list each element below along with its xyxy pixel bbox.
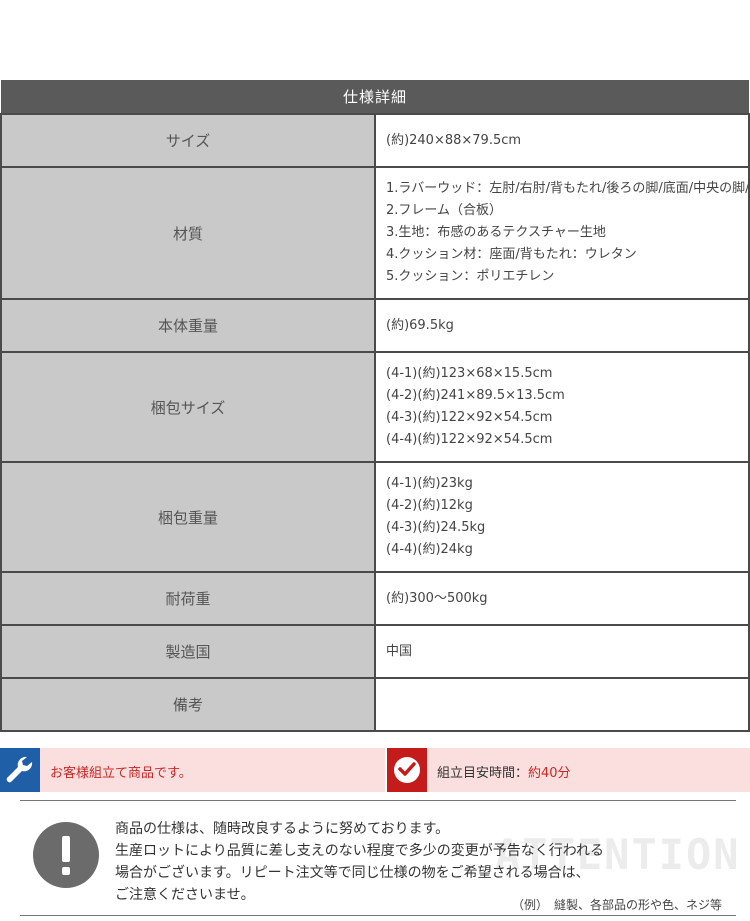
spec-value-line: (4-1)(約)23kg	[386, 476, 473, 491]
spec-label-notes: 備考	[0, 677, 376, 732]
spec-value-line: (4-2)(約)241×89.5×13.5cm	[386, 388, 565, 403]
spec-value-line: 4.クッション材：座面/背もたれ：ウレタン	[386, 247, 637, 262]
spec-label-material: 材質	[0, 166, 376, 300]
assembly-required-text: お客様組立て商品です。	[50, 766, 192, 781]
spec-row-country: 製造国 中国	[0, 624, 750, 679]
spec-title-row: 仕様詳細	[1, 80, 749, 114]
spec-label-package-weight: 梱包重量	[0, 461, 376, 573]
notice-divider-top	[20, 800, 736, 801]
notice-divider-bottom	[20, 915, 736, 916]
spec-table: 仕様詳細 サイズ (約)240×88×79.5cm 材質 1.ラバーウッド：左肘…	[0, 80, 750, 732]
notice-text: 商品の仕様は、随時改良するように努めております。 生産ロットにより品質に差し支え…	[115, 818, 604, 906]
spec-row-load: 耐荷重 (約)300〜500kg	[0, 571, 750, 626]
spec-value-line: (4-4)(約)24kg	[386, 542, 473, 557]
spec-row-package-weight: 梱包重量 (4-1)(約)23kg (4-2)(約)12kg (4-3)(約)2…	[0, 461, 750, 573]
spec-value-line: 2.フレーム（合板）	[386, 203, 503, 218]
spec-row-size: サイズ (約)240×88×79.5cm	[0, 113, 750, 168]
assembly-required: お客様組立て商品です。	[0, 748, 385, 792]
spec-value-line: 5.クッション：ポリエチレン	[386, 269, 555, 284]
spec-value-country: 中国	[374, 624, 750, 679]
spec-value-line: (4-2)(約)12kg	[386, 498, 473, 513]
spec-value-line: 3.生地：布感のあるテクスチャー生地	[386, 225, 606, 240]
spec-value-line: (約)300〜500kg	[386, 590, 488, 606]
spec-value-line: 中国	[386, 643, 413, 659]
spec-value-notes	[374, 677, 750, 732]
spec-label-country: 製造国	[0, 624, 376, 679]
spec-value-material: 1.ラバーウッド：左肘/右肘/背もたれ/後ろの脚/底面/中央の脚/後脚 2.フレ…	[374, 166, 750, 300]
assembly-time-label: 組立目安時間：	[437, 766, 529, 781]
spec-value-line: (4-1)(約)123×68×15.5cm	[386, 366, 553, 381]
spec-value-package-size: (4-1)(約)123×68×15.5cm (4-2)(約)241×89.5×1…	[374, 351, 750, 463]
spec-label-weight: 本体重量	[0, 298, 376, 353]
notice-line: 場合がございます。リピート注文等で同じ仕様の物をご希望される場合は、	[115, 865, 590, 881]
notice-example: （例） 縫製、各部品の形や色、ネジ等	[512, 898, 723, 912]
spec-value-package-weight: (4-1)(約)23kg (4-2)(約)12kg (4-3)(約)24.5kg…	[374, 461, 750, 573]
spec-value-load: (約)300〜500kg	[374, 571, 750, 626]
clock-icon	[387, 748, 427, 792]
wrench-icon	[0, 748, 40, 792]
spec-row-notes: 備考	[0, 677, 750, 732]
spec-value-line: (約)69.5kg	[386, 317, 454, 333]
spec-value-weight: (約)69.5kg	[374, 298, 750, 353]
spec-value-line: (約)240×88×79.5cm	[386, 132, 522, 148]
spec-label-size: サイズ	[0, 113, 376, 168]
spec-row-weight: 本体重量 (約)69.5kg	[0, 298, 750, 353]
spec-value-line: (4-3)(約)122×92×54.5cm	[386, 410, 553, 425]
exclamation-icon	[33, 822, 99, 888]
assembly-time: 組立目安時間：約40分	[387, 748, 750, 792]
spec-label-package-size: 梱包サイズ	[0, 351, 376, 463]
spec-row-package-size: 梱包サイズ (4-1)(約)123×68×15.5cm (4-2)(約)241×…	[0, 351, 750, 463]
spec-title: 仕様詳細	[1, 80, 749, 114]
assembly-band: お客様組立て商品です。 組立目安時間：約40分	[0, 748, 750, 792]
spec-value-size: (約)240×88×79.5cm	[374, 113, 750, 168]
spec-value-line: (4-3)(約)24.5kg	[386, 520, 486, 535]
notice-line: 商品の仕様は、随時改良するように努めております。	[115, 821, 450, 837]
assembly-time-value: 約40分	[528, 766, 571, 781]
notice-line: 生産ロットにより品質に差し支えのない程度で多少の変更が予告なく行われる	[115, 843, 605, 859]
spec-label-load: 耐荷重	[0, 571, 376, 626]
assembly-time-text: 組立目安時間：約40分	[437, 762, 571, 781]
spec-value-line: 1.ラバーウッド：左肘/右肘/背もたれ/後ろの脚/底面/中央の脚/後脚	[386, 181, 750, 196]
spec-value-line: (4-4)(約)122×92×54.5cm	[386, 432, 553, 447]
spec-row-material: 材質 1.ラバーウッド：左肘/右肘/背もたれ/後ろの脚/底面/中央の脚/後脚 2…	[0, 166, 750, 300]
